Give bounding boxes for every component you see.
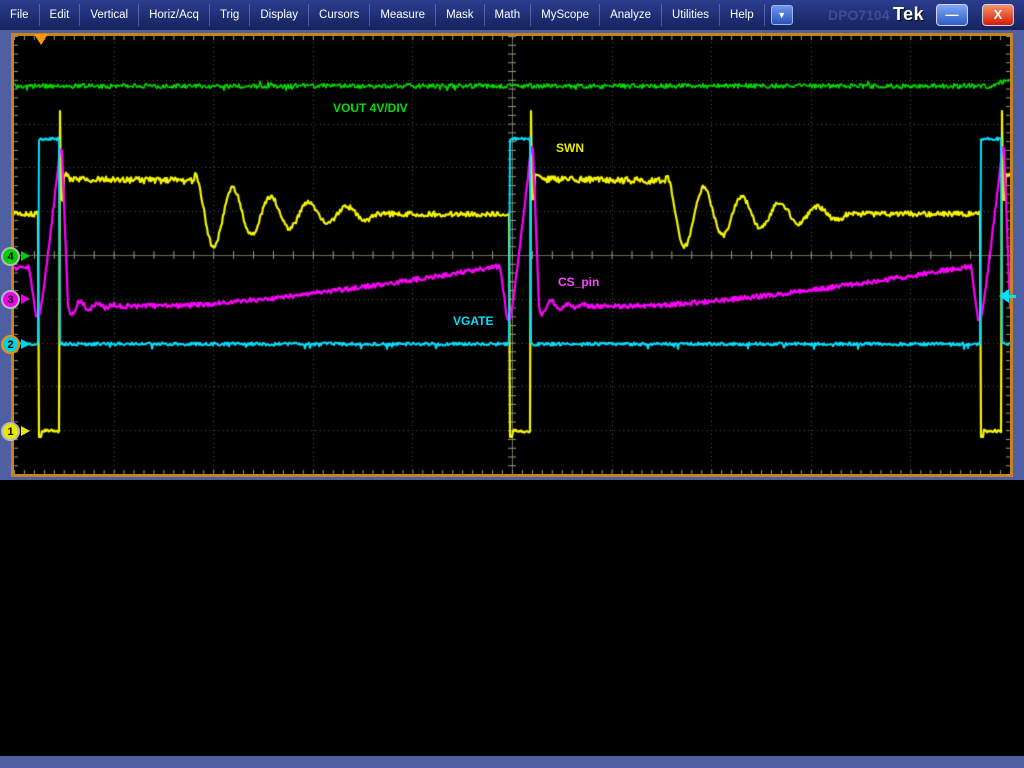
menu-item-horizacq[interactable]: Horiz/Acq [139, 4, 210, 26]
graticule-frame [11, 33, 1013, 477]
menu-item-math[interactable]: Math [485, 4, 532, 26]
menu-item-mask[interactable]: Mask [436, 4, 484, 26]
menu-item-cursors[interactable]: Cursors [309, 4, 370, 26]
channel-marker-2[interactable]: 2 [1, 335, 20, 354]
menu-item-analyze[interactable]: Analyze [600, 4, 662, 26]
menu-item-vertical[interactable]: Vertical [80, 4, 139, 26]
trigger-level-arrow-tail [1007, 295, 1016, 298]
waveform-display[interactable] [14, 36, 1010, 474]
trigger-position-marker[interactable] [34, 34, 48, 45]
menu-item-edit[interactable]: Edit [40, 4, 81, 26]
channel-zero-arrow-2[interactable] [21, 339, 30, 349]
title-bar: FileEditVerticalHoriz/AcqTrigDisplayCurs… [0, 0, 1024, 30]
channel-zero-arrow-3[interactable] [21, 294, 30, 304]
menu-bar: FileEditVerticalHoriz/AcqTrigDisplayCurs… [0, 4, 765, 26]
tek-logo: Tek [893, 4, 924, 25]
channel-marker-4[interactable]: 4 [1, 247, 20, 266]
menu-item-display[interactable]: Display [250, 4, 309, 26]
menu-item-utilities[interactable]: Utilities [662, 4, 720, 26]
channel-marker-3[interactable]: 3 [1, 290, 20, 309]
menu-item-help[interactable]: Help [720, 4, 765, 26]
menu-item-trig[interactable]: Trig [210, 4, 250, 26]
model-label: DPO7104 [828, 7, 889, 23]
channel-zero-arrow-4[interactable] [21, 251, 30, 261]
minimize-button[interactable]: — [936, 4, 968, 26]
menu-item-myscope[interactable]: MyScope [531, 4, 600, 26]
channel-marker-1[interactable]: 1 [1, 422, 20, 441]
readout-region: C1200V/div1MΩBW:250MC24.0V/div1MΩBW:20.0… [0, 480, 1024, 756]
close-button[interactable]: X [982, 4, 1014, 26]
menu-item-file[interactable]: File [0, 4, 40, 26]
channel-zero-arrow-1[interactable] [21, 426, 30, 436]
menu-item-measure[interactable]: Measure [370, 4, 436, 26]
menu-overflow-button[interactable]: ▼ [771, 5, 793, 25]
